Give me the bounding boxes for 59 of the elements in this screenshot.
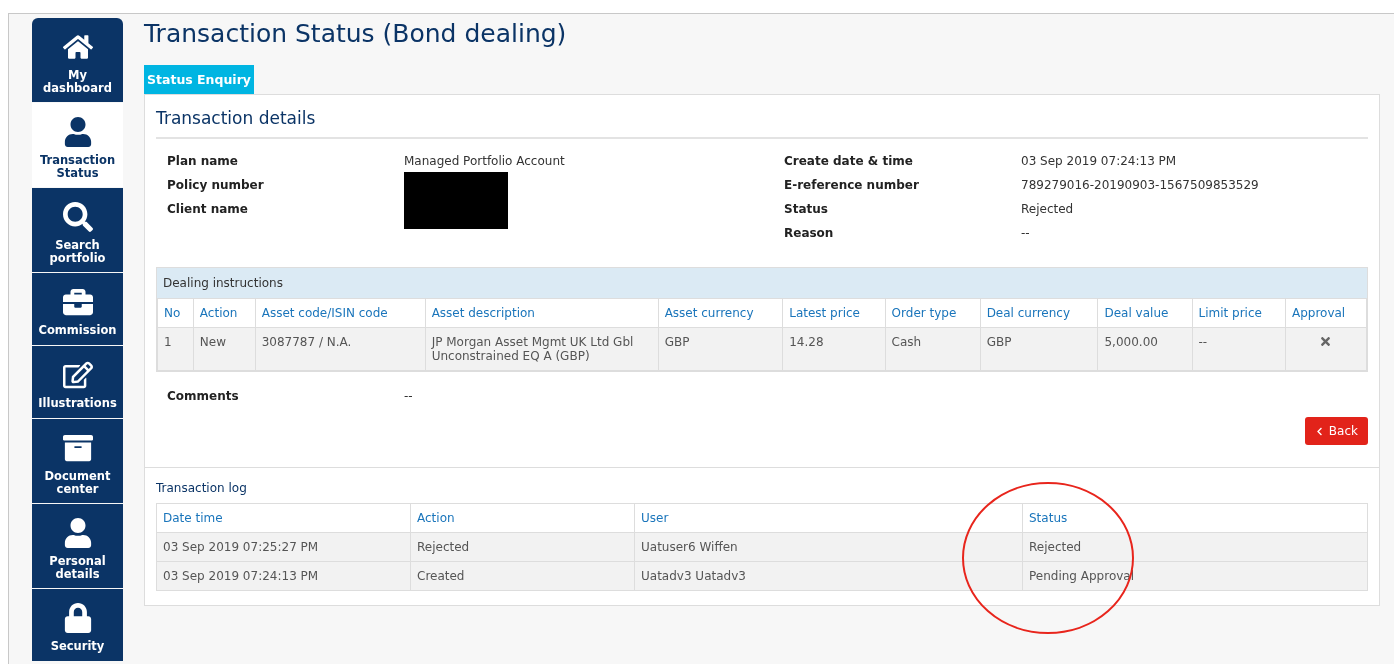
column-header: Asset currency [658, 298, 783, 328]
table-cell: 03 Sep 2019 07:25:27 PM [156, 532, 411, 562]
table-cell: Uatuser6 Wiffen [634, 532, 1023, 562]
field-label: E-reference number [784, 178, 920, 194]
table-cell: 14.28 [782, 327, 886, 371]
column-header: Action [193, 298, 256, 328]
field-value: Managed Portfolio Account [404, 154, 566, 170]
field-label: Client name [167, 202, 249, 218]
table-cell: Uatadv3 Uatadv3 [634, 561, 1023, 591]
field-label: Create date & time [784, 154, 914, 170]
sidebar-item[interactable]: Transaction Status [32, 103, 123, 187]
table-cell: Rejected [410, 532, 635, 562]
field-value: 03 Sep 2019 07:24:13 PM [1021, 154, 1178, 170]
table-cell: 03 Sep 2019 07:24:13 PM [156, 561, 411, 591]
field-label: Status [784, 202, 829, 218]
field-value: -- [1021, 226, 1031, 242]
page-title: Transaction Status (Bond dealing) [144, 19, 568, 48]
column-header: Approval [1285, 298, 1367, 328]
field-value: 789279016-20190903-1567509853529 [1021, 178, 1260, 194]
sidebar-item[interactable]: My dashboard [32, 18, 123, 102]
field-label: Policy number [167, 178, 265, 194]
field-label: Plan name [167, 154, 239, 170]
table-cell: Rejected [1022, 532, 1368, 562]
sidebar-item[interactable]: Commission [32, 273, 123, 345]
field-value: Rejected [1021, 202, 1075, 218]
table-cell: New [193, 327, 256, 371]
sidebar-item[interactable]: Security [32, 589, 123, 661]
section-title: Transaction details [156, 108, 1368, 139]
table-cell: Cash [885, 327, 981, 371]
table-cell: JP Morgan Asset Mgmt UK Ltd Gbl Unconstrained EQ A (GBP) [425, 327, 659, 371]
table-cell: 1 [157, 327, 194, 371]
field-value: -- [404, 389, 414, 403]
sidebar-item[interactable]: Document center [32, 419, 123, 503]
table-cell: 3087787 / N.A. [255, 327, 426, 371]
sidebar-item[interactable]: Search portfolio [32, 188, 123, 272]
column-header: Status [1022, 503, 1368, 533]
back-button[interactable]: Back [1304, 417, 1368, 445]
column-header: Order type [885, 298, 981, 328]
column-header: Deal value [1098, 298, 1192, 328]
table-cell: GBP [658, 327, 783, 371]
table-cell: 5,000.00 [1098, 327, 1192, 371]
column-header: Limit price [1192, 298, 1286, 328]
column-header: Latest price [782, 298, 886, 328]
column-header: Action [410, 503, 635, 533]
field-label: Reason [784, 226, 835, 242]
table-cell: -- [1192, 327, 1286, 371]
field-label: Comments [167, 389, 240, 403]
column-header: User [634, 503, 1023, 533]
table-title: Dealing instructions [157, 268, 1367, 298]
column-header: Date time [156, 503, 411, 533]
sidebar-item[interactable]: Personal details [32, 504, 123, 588]
column-header: Asset description [425, 298, 659, 328]
table-cell: GBP [980, 327, 1098, 371]
sidebar-item[interactable]: Illustrations [32, 346, 123, 418]
column-header: Deal currency [980, 298, 1098, 328]
column-header: No [157, 298, 194, 328]
table-cell: Created [410, 561, 635, 591]
table-title: Transaction log [156, 481, 248, 495]
column-header: Asset code/ISIN code [255, 298, 426, 328]
